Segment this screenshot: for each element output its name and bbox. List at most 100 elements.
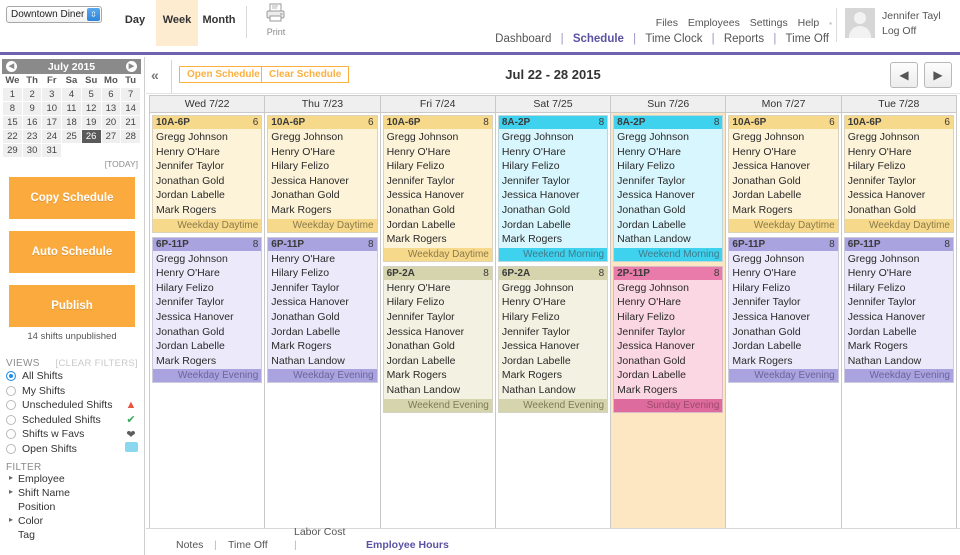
calendar-day[interactable]: 27: [100, 129, 122, 144]
calendar-day[interactable]: 30: [21, 143, 43, 158]
shift-employee[interactable]: Mark Rogers: [502, 232, 607, 247]
view-option-open-shifts[interactable]: Open Shifts: [6, 442, 144, 457]
day-column-body[interactable]: 10A-6P 6 Gregg Johnson Henry O'Hare Jessica …: [726, 113, 840, 542]
shift-employee[interactable]: Hilary Felizo: [271, 266, 376, 281]
shift-employee[interactable]: Jennifer Taylor: [156, 159, 261, 174]
calendar-day[interactable]: 1: [2, 87, 23, 102]
shift-header[interactable]: 6P-11P 8: [153, 237, 262, 251]
shift-header[interactable]: 10A-6P 6: [268, 116, 377, 129]
day-column-header[interactable]: Fri 7/24: [380, 96, 495, 113]
day-column-header[interactable]: Sun 7/26: [611, 96, 726, 113]
shift-header[interactable]: 6P-11P 8: [729, 237, 838, 251]
shift-employee[interactable]: Jessica Hanover: [732, 310, 837, 325]
shift-employee[interactable]: Jonathan Gold: [732, 325, 837, 340]
radio-button[interactable]: [6, 400, 16, 411]
shift-block[interactable]: 8A-2P 8 Gregg Johnson Henry O'Hare Hilary Fe…: [497, 115, 609, 262]
calendar-day[interactable]: 2: [21, 87, 43, 102]
shift-employee[interactable]: Hilary Felizo: [617, 310, 722, 325]
shift-employee[interactable]: Jessica Hanover: [387, 188, 492, 203]
calendar-day[interactable]: 28: [120, 129, 141, 144]
shift-header[interactable]: 10A-6P 6: [729, 116, 838, 129]
shift-header[interactable]: 10A-6P 8: [383, 116, 492, 129]
print-button[interactable]: Print: [253, 0, 299, 37]
chevron-down-icon[interactable]: ▪: [829, 19, 832, 28]
day-column-body[interactable]: 8A-2P 8 Gregg Johnson Henry O'Hare Hilary Fe…: [611, 113, 726, 542]
shift-employee[interactable]: Jonathan Gold: [387, 203, 492, 218]
shift-employee[interactable]: Mark Rogers: [502, 368, 607, 383]
calendar-prev-icon[interactable]: ◀: [6, 61, 17, 72]
shift-employee[interactable]: Henry O'Hare: [271, 252, 376, 267]
calendar-day[interactable]: 24: [41, 129, 63, 144]
shift-employee[interactable]: Jonathan Gold: [732, 174, 837, 189]
shift-employee[interactable]: Jonathan Gold: [617, 203, 722, 218]
calendar-today-label[interactable]: [TODAY]: [2, 158, 141, 169]
day-column-body[interactable]: 10A-6P 8 Gregg Johnson Henry O'Hare Hilary F…: [381, 113, 495, 542]
shift-employee[interactable]: Jessica Hanover: [848, 188, 953, 203]
nav-reports[interactable]: Reports: [724, 33, 764, 45]
shift-employee[interactable]: Hilary Felizo: [387, 159, 492, 174]
shift-employee[interactable]: Gregg Johnson: [502, 130, 607, 145]
shift-employee[interactable]: Hilary Felizo: [156, 281, 261, 296]
shift-employee[interactable]: Henry O'Hare: [502, 145, 607, 160]
calendar-day[interactable]: 16: [21, 115, 43, 130]
shift-employee[interactable]: Jennifer Taylor: [848, 174, 953, 189]
calendar-day[interactable]: 22: [2, 129, 23, 144]
shift-employee[interactable]: Jessica Hanover: [271, 295, 376, 310]
shift-employee[interactable]: Jessica Hanover: [732, 159, 837, 174]
calendar-day[interactable]: 23: [21, 129, 43, 144]
shift-employee[interactable]: Henry O'Hare: [387, 281, 492, 296]
nav-settings[interactable]: Settings: [750, 17, 788, 29]
shift-employee[interactable]: Jordan Labelle: [387, 218, 492, 233]
store-select[interactable]: Downtown Diner ⇳: [6, 6, 102, 23]
shift-employee[interactable]: Gregg Johnson: [156, 252, 261, 267]
shift-employee[interactable]: Jordan Labelle: [848, 325, 953, 340]
shift-block[interactable]: 6P-11P 8 Gregg Johnson Henry O'Hare Hilary F…: [843, 236, 954, 384]
day-column-body[interactable]: 10A-6P 6 Gregg Johnson Henry O'Hare Jennifer…: [150, 113, 264, 542]
view-option-scheduled-shifts[interactable]: Scheduled Shifts ✔: [6, 413, 144, 428]
shift-employee[interactable]: Jessica Hanover: [387, 325, 492, 340]
shift-employee[interactable]: Henry O'Hare: [732, 266, 837, 281]
shift-employee[interactable]: Mark Rogers: [271, 339, 376, 354]
calendar-day[interactable]: 19: [80, 115, 102, 130]
copy-schedule-button[interactable]: Copy Schedule: [9, 177, 135, 219]
shift-employee[interactable]: Jennifer Taylor: [271, 281, 376, 296]
calendar-day[interactable]: 10: [41, 101, 63, 116]
filter-item-employee[interactable]: Employee: [6, 473, 144, 487]
shift-employee[interactable]: Mark Rogers: [156, 203, 261, 218]
day-column-header[interactable]: Sat 7/25: [495, 96, 611, 113]
shift-employee[interactable]: Jessica Hanover: [617, 188, 722, 203]
shift-employee[interactable]: Nathan Landow: [617, 232, 722, 247]
shift-employee[interactable]: Henry O'Hare: [617, 145, 722, 160]
nav-help[interactable]: Help: [798, 17, 820, 29]
filter-item-shift-name[interactable]: Shift Name: [6, 487, 144, 501]
shift-employee[interactable]: Hilary Felizo: [502, 159, 607, 174]
shift-employee[interactable]: Gregg Johnson: [387, 130, 492, 145]
shift-employee[interactable]: Jordan Labelle: [617, 368, 722, 383]
shift-employee[interactable]: Jessica Hanover: [502, 339, 607, 354]
calendar-day[interactable]: 13: [100, 101, 122, 116]
shift-employee[interactable]: Jordan Labelle: [271, 325, 376, 340]
shift-header[interactable]: 10A-6P 6: [153, 116, 262, 129]
shift-employee[interactable]: Jonathan Gold: [617, 354, 722, 369]
shift-employee[interactable]: Jordan Labelle: [502, 354, 607, 369]
shift-block[interactable]: 6P-2A 8 Gregg Johnson Henry O'Hare Hilary Fe…: [497, 265, 609, 413]
shift-header[interactable]: 6P-11P 8: [268, 237, 377, 251]
calendar-day[interactable]: 9: [21, 101, 43, 116]
shift-employee[interactable]: Jonathan Gold: [271, 188, 376, 203]
shift-employee[interactable]: Jessica Hanover: [617, 339, 722, 354]
shift-header[interactable]: 10A-6P 6: [844, 116, 953, 129]
notes-tab[interactable]: Notes: [176, 539, 203, 551]
calendar-day[interactable]: 15: [2, 115, 23, 130]
shift-employee[interactable]: Gregg Johnson: [502, 281, 607, 296]
calendar-day[interactable]: 17: [41, 115, 63, 130]
filter-item-position[interactable]: Position: [6, 501, 144, 515]
shift-employee[interactable]: Jessica Hanover: [848, 310, 953, 325]
radio-button[interactable]: [6, 443, 16, 454]
calendar-day[interactable]: 8: [2, 101, 23, 116]
shift-employee[interactable]: Gregg Johnson: [156, 130, 261, 145]
shift-employee[interactable]: Henry O'Hare: [502, 295, 607, 310]
shift-employee[interactable]: Jennifer Taylor: [848, 295, 953, 310]
shift-header[interactable]: 6P-2A 8: [383, 266, 492, 280]
day-column-body[interactable]: 10A-6P 6 Gregg Johnson Henry O'Hare Hilary F…: [265, 113, 379, 542]
radio-button[interactable]: [6, 371, 16, 382]
